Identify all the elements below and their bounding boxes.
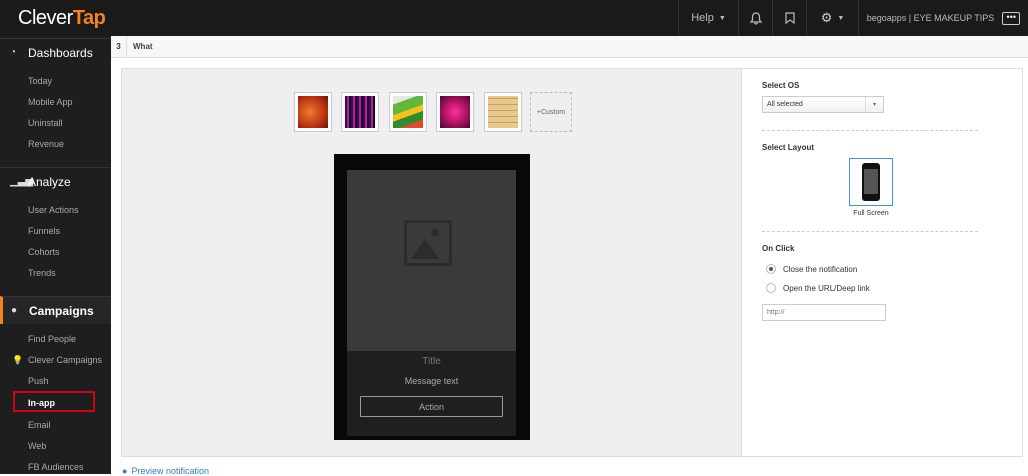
custom-template-button[interactable]: +Custom — [530, 92, 572, 132]
step-number: 3 — [111, 35, 127, 58]
background-template-5[interactable] — [484, 92, 522, 132]
sidebar-item-today[interactable]: Today — [28, 76, 52, 86]
radio-open-url[interactable]: Open the URL/Deep link — [766, 283, 870, 293]
divider — [762, 130, 978, 131]
on-click-label: On Click — [762, 244, 795, 253]
caret-down-icon: ▼ — [837, 14, 845, 22]
sidebar-item-email[interactable]: Email — [28, 420, 51, 430]
layout-option-full-screen[interactable] — [849, 158, 893, 206]
preview-canvas: +Custom Title Message text Action — [122, 69, 742, 456]
dashboard-icon: ◔ — [10, 47, 17, 58]
sidebar-item-revenue[interactable]: Revenue — [28, 139, 64, 149]
eye-icon: ● — [122, 466, 128, 476]
dropdown-arrow-icon: ▾ — [865, 97, 883, 112]
sidebar-item-user-actions[interactable]: User Actions — [28, 205, 79, 215]
radio-button[interactable] — [766, 283, 776, 293]
sidebar-item-cohorts[interactable]: Cohorts — [28, 247, 60, 257]
background-template-2[interactable] — [341, 92, 379, 132]
settings-panel: Select OS All selected ▾ Select Layout F… — [743, 69, 1022, 456]
account-menu[interactable]: begoapps | EYE MAKEUP TIPS ••• — [858, 0, 1028, 36]
breadcrumb: 3 What — [111, 35, 1028, 58]
notification-title[interactable]: Title — [347, 356, 516, 367]
sidebar-item-mobile-app[interactable]: Mobile App — [28, 97, 73, 107]
radio-close-notification[interactable]: Close the notification — [766, 264, 857, 274]
sidebar-section-analyze[interactable]: ▁▃▅ Analyze — [0, 167, 111, 195]
sidebar-item-find-people[interactable]: Find People — [28, 334, 76, 344]
settings-menu[interactable]: ⚙ ▼ — [806, 0, 858, 36]
editor-panel: +Custom Title Message text Action Select… — [121, 68, 1023, 457]
sidebar-item-fb-audiences[interactable]: FB Audiences — [28, 462, 84, 472]
select-os-label: Select OS — [762, 81, 800, 90]
notification-message[interactable]: Message text — [347, 376, 516, 386]
sidebar-section-campaigns[interactable]: ● Campaigns — [0, 296, 111, 324]
image-icon — [404, 220, 452, 266]
sidebar-item-push[interactable]: Push — [28, 376, 49, 386]
phone-screen: Title Message text Action — [347, 170, 516, 436]
image-placeholder[interactable] — [347, 170, 516, 351]
top-nav: Help ▼ ⚙ ▼ begoapps | EYE MAKEUP TIPS ••• — [678, 0, 1028, 36]
bar-chart-icon: ▁▃▅ — [10, 176, 34, 187]
divider — [762, 231, 978, 232]
help-menu[interactable]: Help ▼ — [678, 0, 738, 36]
select-layout-label: Select Layout — [762, 143, 815, 152]
os-select[interactable]: All selected ▾ — [762, 96, 884, 113]
background-template-4[interactable] — [436, 92, 474, 132]
sidebar-section-dashboards[interactable]: ◔ Dashboards — [0, 38, 111, 66]
more-options-button[interactable]: ••• — [1002, 11, 1021, 25]
top-bar: CleverTap Help ▼ ⚙ ▼ begoapps | EYE MAKEUP… — [0, 0, 1028, 36]
bookmark-button[interactable] — [772, 0, 806, 36]
sidebar-item-funnels[interactable]: Funnels — [28, 226, 60, 236]
clevertap-logo[interactable]: CleverTap — [18, 7, 106, 30]
background-template-1[interactable] — [294, 92, 332, 132]
selection-highlight-box — [13, 391, 95, 412]
caret-down-icon: ▼ — [718, 14, 726, 22]
sidebar-item-uninstall[interactable]: Uninstall — [28, 118, 63, 128]
phone-preview: Title Message text Action — [334, 154, 530, 440]
sidebar-item-web[interactable]: Web — [28, 441, 46, 451]
url-input[interactable] — [762, 304, 886, 321]
background-template-3[interactable] — [389, 92, 427, 132]
phone-icon — [862, 163, 880, 201]
bookmark-icon — [784, 12, 795, 24]
radio-button[interactable] — [766, 264, 776, 274]
sidebar-item-trends[interactable]: Trends — [28, 268, 56, 278]
action-button[interactable]: Action — [360, 396, 503, 417]
chat-bubble-icon: ● — [11, 305, 18, 316]
sidebar-item-clever-campaigns[interactable]: Clever Campaigns — [28, 355, 102, 365]
gear-icon: ⚙ — [820, 10, 833, 25]
bell-icon — [749, 11, 762, 25]
layout-option-label: Full Screen — [853, 210, 889, 217]
lightbulb-icon: 💡 — [12, 355, 24, 365]
notifications-button[interactable] — [738, 0, 772, 36]
step-label: What — [133, 42, 153, 51]
preview-notification-link[interactable]: ● Preview notification — [122, 466, 209, 476]
